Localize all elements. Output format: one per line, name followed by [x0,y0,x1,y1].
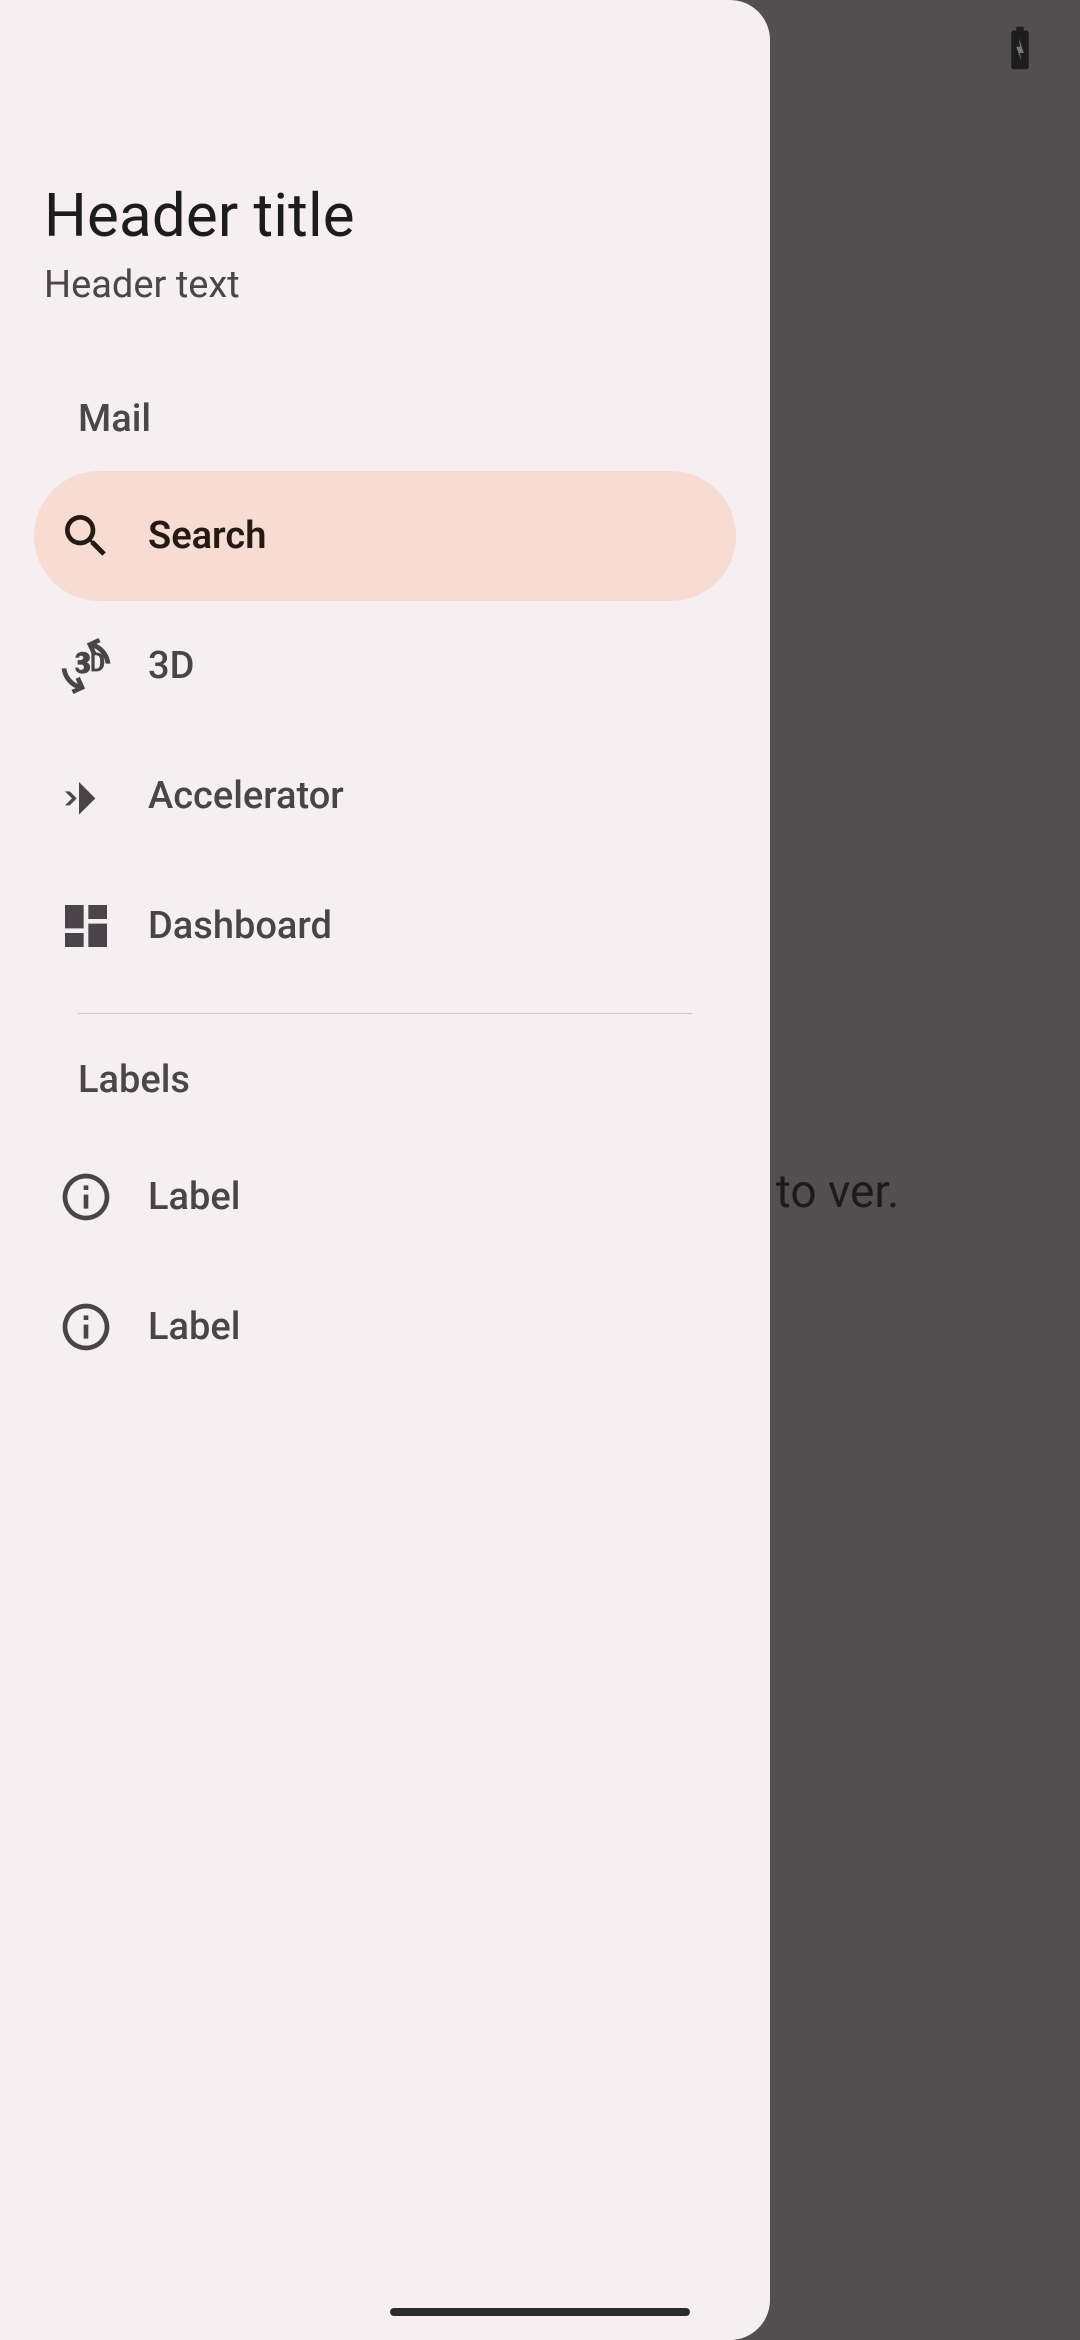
nav-item-label: Dashboard [148,904,332,948]
gesture-nav-bar[interactable] [390,2308,690,2316]
nav-item-dashboard[interactable]: Dashboard [34,861,736,991]
nav-item-label: 3D [148,644,194,688]
section-divider [78,1013,692,1014]
navigation-drawer: Header title Header text Mail Search 3D … [0,0,770,2340]
nav-list-mail: Search 3D Accelerator Dashboard [0,471,770,991]
dashboard-icon [58,898,114,954]
search-icon [58,508,114,564]
nav-item-label: Label [148,1175,240,1219]
nav-item-label-1[interactable]: Label [34,1132,736,1262]
nav-item-label: Search [148,514,266,558]
nav-item-label-2[interactable]: Label [34,1262,736,1392]
nav-item-label: Accelerator [148,774,344,818]
info-icon [58,1299,114,1355]
drawer-header: Header title Header text [0,180,770,367]
nav-item-3d[interactable]: 3D [34,601,736,731]
accelerator-icon [58,768,114,824]
nav-item-search[interactable]: Search [34,471,736,601]
nav-item-accelerator[interactable]: Accelerator [34,731,736,861]
section-label-labels: Labels [0,1028,770,1132]
drawer-title: Header title [44,180,726,251]
drawer-subtitle: Header text [44,263,726,307]
rotation-3d-icon [58,638,114,694]
nav-item-label: Label [148,1305,240,1349]
section-label-mail: Mail [0,367,770,471]
info-icon [58,1169,114,1225]
nav-list-labels: Label Label [0,1132,770,1392]
